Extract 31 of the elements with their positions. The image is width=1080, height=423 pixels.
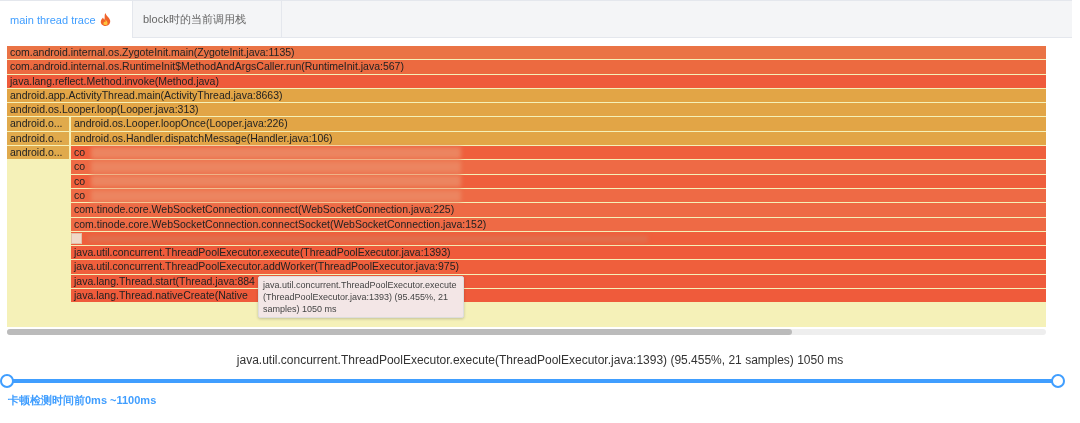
stack-frame[interactable]: android.o... [7, 131, 69, 146]
stack-frame[interactable]: android.o... [7, 146, 69, 160]
stack-frame[interactable]: android.os.Handler.dispatchMessage(Handler.java:106) [71, 131, 1046, 146]
masked-stack-frame[interactable] [71, 231, 1046, 246]
tab[interactable]: block时的当前调用栈 [133, 1, 282, 37]
scrollbar-track[interactable] [7, 329, 1046, 335]
tab-label: block时的当前调用栈 [143, 11, 246, 27]
stack-frame[interactable]: com.tinode.core.WebSocketConnection.connectSocket(WebSocketConnection.java:152) [71, 217, 1046, 231]
blurred-stack-frame[interactable]: co [71, 160, 1046, 174]
stack-frame[interactable]: com.android.internal.os.ZygoteInit.main(ZygoteInit.java:1135) [7, 46, 1046, 60]
blurred-stack-frame[interactable]: co [71, 146, 1046, 160]
stack-frame[interactable]: android.os.Looper.loop(Looper.java:313) [7, 103, 1046, 117]
stack-frame[interactable]: com.tinode.core.WebSocketConnection.connect(WebSocketConnection.java:225) [71, 203, 1046, 217]
stack-frame[interactable]: android.app.ActivityThread.main(ActivityThread.java:8663) [7, 88, 1046, 103]
stack-frame[interactable]: java.util.concurrent.ThreadPoolExecutor.execute(ThreadPoolExecutor.java:1393) [71, 246, 1046, 260]
selected-frame-caption: java.util.concurrent.ThreadPoolExecutor.execute(ThreadPoolExecutor.java:1393) (95.455%, 21 samples) 1050 ms [235, 353, 845, 367]
stack-frame[interactable]: java.lang.reflect.Method.invoke(Method.java) [7, 74, 1046, 88]
stack-frame[interactable]: android.os.Looper.loopOnce(Looper.java:226) [71, 117, 1046, 131]
tooltip: java.util.concurrent.ThreadPoolExecutor.execute(ThreadPoolExecutor.java:1393) (95.455%, 21 samples) 1050 ms [258, 276, 464, 318]
scrollbar-thumb[interactable] [7, 329, 792, 335]
slider-handle[interactable] [0, 374, 14, 388]
stack-frame[interactable]: android.o... [7, 117, 69, 131]
stack-frame[interactable]: java.util.concurrent.ThreadPoolExecutor.addWorker(ThreadPoolExecutor.java:975) [71, 260, 1046, 274]
stack-frame[interactable]: com.android.internal.os.RuntimeInit$MethodAndArgsCaller.run(RuntimeInit.java:567) [7, 60, 1046, 74]
tab[interactable]: main thread trace [0, 1, 133, 38]
slider-handle[interactable] [1051, 374, 1065, 388]
tab-label: main thread trace [10, 13, 96, 26]
blurred-stack-frame[interactable]: co [71, 188, 1046, 203]
blurred-stack-frame[interactable]: co [71, 174, 1046, 188]
range-label: 卡顿检测时间前0ms ~1100ms [8, 393, 158, 408]
fire-icon [99, 13, 111, 26]
